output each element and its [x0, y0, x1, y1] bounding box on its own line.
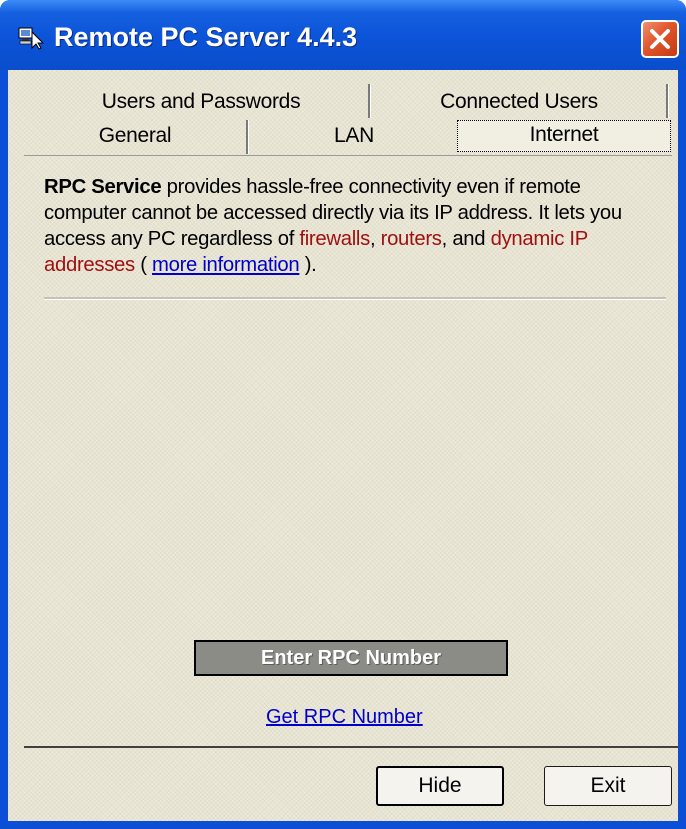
tab-panel-bottom-border: [24, 746, 678, 748]
firewalls-text: firewalls: [299, 228, 370, 250]
tab-divider: [368, 84, 371, 118]
tab-internet[interactable]: Internet: [457, 120, 671, 152]
remote-pc-app-icon: [18, 27, 44, 50]
tab-divider: [246, 120, 249, 154]
description-separator: , and: [441, 228, 491, 250]
tab-lan[interactable]: LAN: [252, 120, 456, 152]
tab-panel-border: [24, 155, 672, 156]
tab-users-and-passwords[interactable]: Users and Passwords: [36, 86, 366, 118]
rpc-service-heading: RPC Service: [44, 176, 162, 198]
title-bar[interactable]: Remote PC Server 4.4.3: [0, 0, 686, 70]
close-icon: [650, 29, 670, 49]
separator-line: [44, 297, 666, 300]
routers-text: routers: [380, 228, 442, 250]
description-paren: ).: [299, 254, 317, 276]
description-separator: ,: [369, 228, 381, 250]
tab-divider: [666, 84, 669, 118]
dialog-client-area: Users and Passwords Connected Users Gene…: [8, 70, 678, 821]
tab-connected-users[interactable]: Connected Users: [374, 86, 664, 118]
get-rpc-number-link[interactable]: Get RPC Number: [266, 706, 423, 729]
rpc-description: RPC Service provides hassle-free connect…: [44, 174, 666, 278]
app-window: Remote PC Server 4.4.3 Users and Passwor…: [0, 0, 686, 829]
description-paren: (: [134, 254, 152, 276]
hide-button[interactable]: Hide: [376, 766, 504, 806]
more-information-link[interactable]: more information: [152, 254, 300, 276]
exit-button[interactable]: Exit: [544, 766, 672, 806]
close-button[interactable]: [641, 20, 679, 58]
window-title: Remote PC Server 4.4.3: [54, 22, 358, 52]
enter-rpc-number-button[interactable]: Enter RPC Number: [194, 640, 508, 676]
tab-general[interactable]: General: [24, 120, 246, 152]
